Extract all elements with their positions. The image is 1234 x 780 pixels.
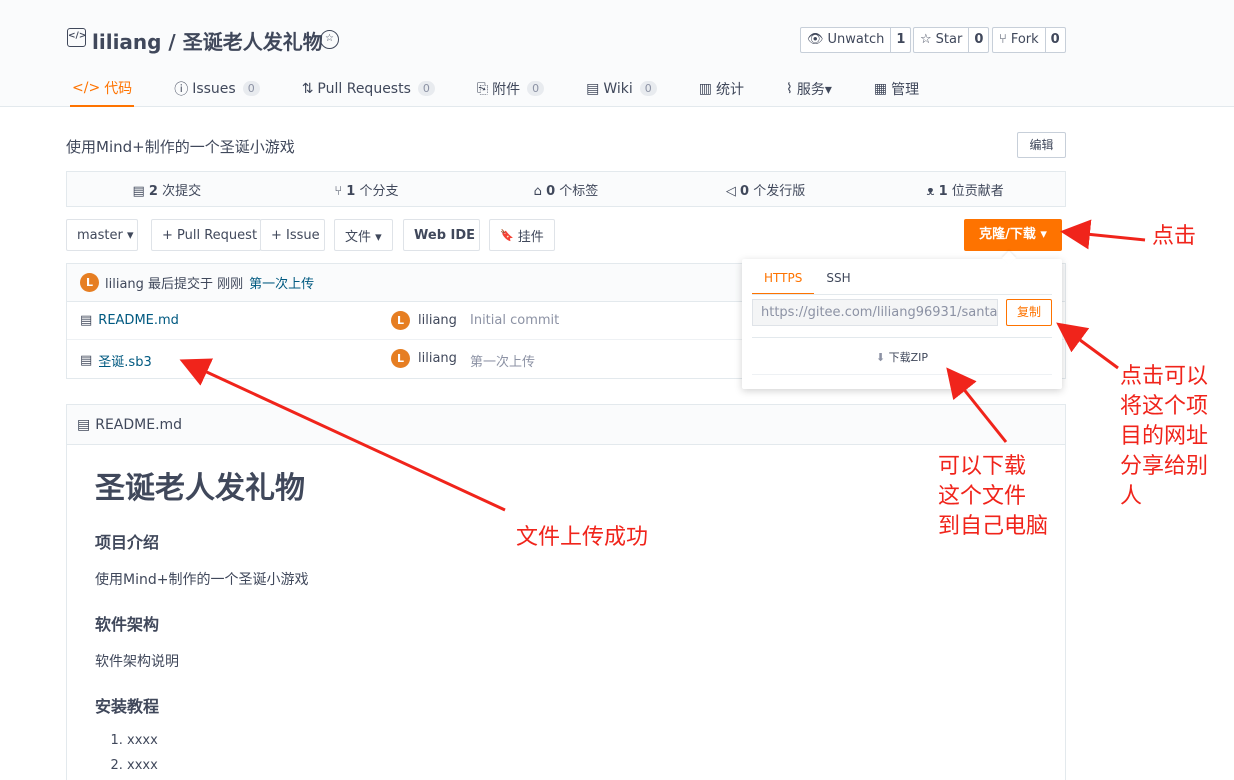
arrow-to-copy-button — [1056, 322, 1119, 370]
annotation-uploaded: 文件上传成功 — [516, 525, 649, 550]
arrow-to-clone-button — [1060, 219, 1146, 250]
annotation-share: 点击可以 将这个项 目的网址 分享给别 人 — [1120, 364, 1209, 509]
annotation-arrows — [179, 219, 1146, 512]
annotation-download: 可以下载 这个文件 到自己电脑 — [938, 454, 1049, 539]
arrow-to-download-zip — [946, 367, 1008, 443]
annotation-click: 点击 — [1152, 224, 1197, 249]
arrow-to-uploaded-file — [179, 358, 506, 512]
